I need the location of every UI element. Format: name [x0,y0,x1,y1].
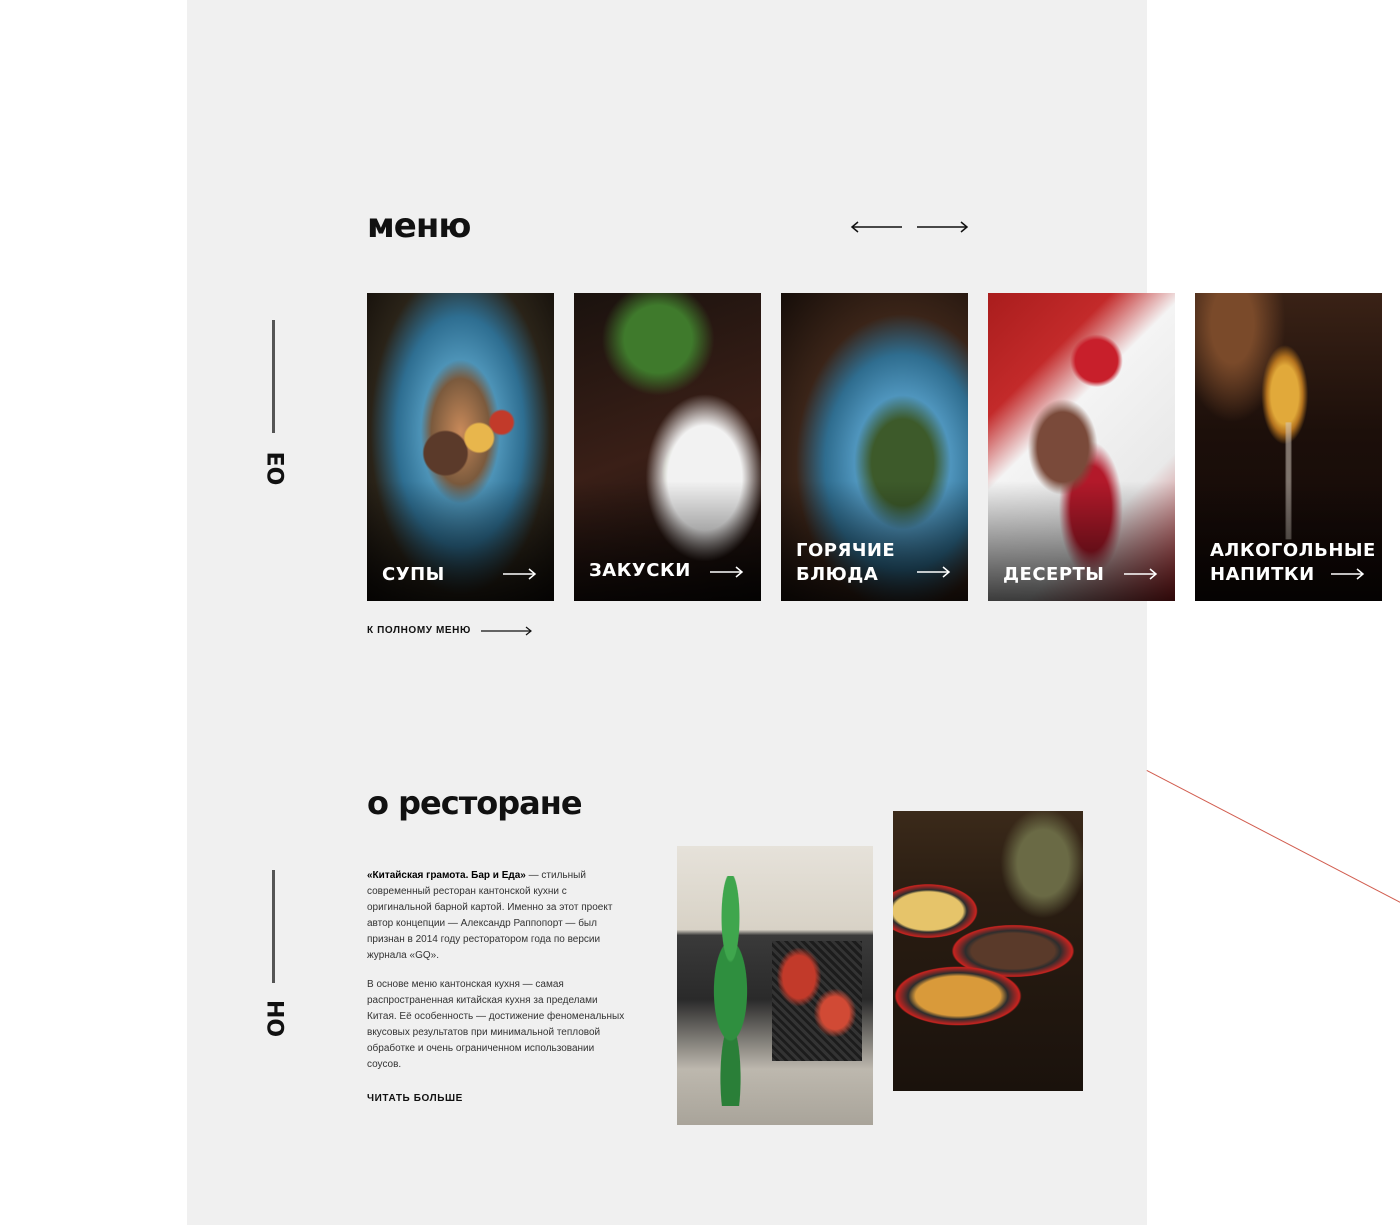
arrow-right-icon [1331,568,1365,580]
read-more-link[interactable]: ЧИТАТЬ БОЛЬШЕ [367,1093,463,1104]
carousel-prev-button[interactable] [850,217,902,237]
restaurant-entrance-photo [677,846,873,1125]
about-paragraph-2: В основе меню кантонская кухня — самая р… [367,979,625,1070]
about-description: «Китайская грамота. Бар и Еда» — стильны… [367,868,627,1086]
card-label: закуски [589,560,691,581]
arrow-right-icon [710,566,744,578]
menu-card-alcohol[interactable]: алкогольные напитки [1195,293,1382,601]
card-label: десерты [1003,564,1105,585]
side-code-about: HO [261,999,287,1038]
side-divider-about [272,870,275,983]
decorative-red-line [1146,770,1400,905]
full-menu-label: К ПОЛНОМУ МЕНЮ [367,625,471,636]
menu-title: меню [367,206,471,246]
arrow-right-icon [1124,568,1158,580]
arrow-right-icon [917,566,951,578]
side-code-menu: EO [261,451,287,486]
about-title: о ресторане [367,784,583,822]
menu-card-appetizers[interactable]: закуски [574,293,761,601]
about-paragraph-1: «Китайская грамота. Бар и Еда» — стильны… [367,870,613,961]
restaurant-name: «Китайская грамота. Бар и Еда» [367,870,526,881]
card-label: супы [382,564,445,585]
wok-station-photo [893,811,1083,1091]
arrow-right-icon [480,626,532,635]
menu-card-desserts[interactable]: десерты [988,293,1175,601]
menu-card-hot-dishes[interactable]: горячие блюда [781,293,968,601]
menu-card-soups[interactable]: супы [367,293,554,601]
side-divider-menu [272,320,275,433]
card-label: горячие блюда [796,540,896,585]
arrow-right-icon [917,221,969,233]
arrow-right-icon [503,568,537,580]
carousel-next-button[interactable] [917,217,969,237]
full-menu-link[interactable]: К ПОЛНОМУ МЕНЮ [367,625,533,636]
arrow-left-icon [850,221,902,233]
